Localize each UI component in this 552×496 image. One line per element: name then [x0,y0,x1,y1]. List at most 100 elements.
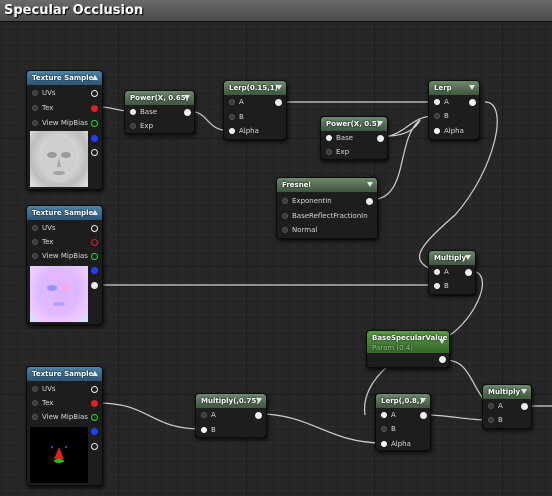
b-pin[interactable] [381,426,387,432]
b-output-pin[interactable] [91,428,98,435]
mipbias-pin[interactable] [32,414,38,420]
rgb-output-pin[interactable] [91,386,98,393]
wire-multiply2-lerp3[interactable] [259,413,383,444]
a-pin[interactable] [488,403,494,409]
texture-sample-header[interactable]: Texture Sample [27,71,102,85]
wire-lerp3-multiply3[interactable] [424,414,489,421]
texture-sample-node-3[interactable]: Texture Sample UVs Tex View MipBias [26,366,103,486]
alpha-pin[interactable] [434,128,440,134]
a-pin[interactable] [381,412,387,418]
power-node-2[interactable]: Power(X, 0.5) Base Exp [320,116,388,160]
rgb-output-pin[interactable] [91,225,98,232]
fresnel-node[interactable]: Fresnel ExponentIn BaseReflectFractionIn… [276,177,378,239]
base-pin[interactable] [130,109,136,115]
fresnel-header[interactable]: Fresnel [277,178,377,192]
b-pin[interactable] [434,283,440,289]
exp-pin[interactable] [130,123,136,129]
mipbias-pin[interactable] [32,253,38,259]
collapse-arrow-icon[interactable] [184,95,190,100]
texture-sample-node-1[interactable]: Texture Sample UVs Tex View MipBias [26,70,103,190]
collapse-arrow-icon[interactable] [92,75,98,80]
r-output-pin[interactable] [91,400,98,407]
power-header[interactable]: Power(X, 0.65) [125,91,194,105]
basereflectfraction-pin[interactable] [282,213,288,219]
power-header[interactable]: Power(X, 0.5) [321,117,387,131]
collapse-arrow-icon[interactable] [92,210,98,215]
multiply-node-2[interactable]: Multiply(,0.75) A B [195,393,267,438]
param-header[interactable]: BaseSpecularValue Param (0.4) [367,331,449,353]
multiply-header[interactable]: Multiply [483,385,531,399]
a-pin[interactable] [229,99,235,105]
tex-pin[interactable] [32,105,38,111]
wire-power2-lerp2[interactable] [379,115,435,138]
lerp-header[interactable]: Lerp(0.15,1) [224,81,286,95]
output-pin[interactable] [275,99,282,106]
output-pin[interactable] [439,356,446,363]
b-pin[interactable] [201,427,207,433]
collapse-arrow-icon[interactable] [92,371,98,376]
rgb-output-pin[interactable] [91,90,98,97]
b-output-pin[interactable] [91,267,98,274]
b-output-pin[interactable] [91,135,98,142]
multiply-node-1[interactable]: Multiply A B [428,250,476,295]
b-pin[interactable] [434,113,440,119]
normal-pin[interactable] [282,227,288,233]
output-pin[interactable] [184,109,191,116]
texture-sample-header[interactable]: Texture Sample [27,367,102,381]
a-pin[interactable] [434,269,440,275]
output-pin[interactable] [366,198,373,205]
tex-pin[interactable] [32,239,38,245]
output-pin[interactable] [255,412,262,419]
output-pin[interactable] [420,412,427,419]
wire-tex3-multiply2[interactable] [97,402,202,430]
g-output-pin[interactable] [91,120,98,127]
r-output-pin[interactable] [91,105,98,112]
collapse-arrow-icon[interactable] [276,85,282,90]
lerp-header[interactable]: Lerp(,0.8,) [376,394,430,408]
exponentin-pin[interactable] [282,198,288,204]
output-pin[interactable] [465,269,472,276]
collapse-arrow-icon[interactable] [256,398,262,403]
a-output-pin[interactable] [91,149,98,156]
output-pin[interactable] [469,99,476,106]
r-output-pin[interactable] [91,239,98,246]
multiply-header[interactable]: Multiply(,0.75) [196,394,266,408]
pin-label: Normal [292,226,318,234]
uvs-pin[interactable] [32,386,38,392]
b-pin[interactable] [488,417,494,423]
collapse-arrow-icon[interactable] [367,182,373,187]
output-pin[interactable] [521,403,528,410]
uvs-pin[interactable] [32,225,38,231]
base-pin[interactable] [326,135,332,141]
output-pin[interactable] [377,135,384,142]
multiply-node-3[interactable]: Multiply A B [482,384,532,429]
lerp-node-3[interactable]: Lerp(,0.8,) A B Alpha [375,393,431,451]
collapse-arrow-icon[interactable] [377,121,383,126]
b-pin[interactable] [229,114,235,120]
collapse-arrow-icon[interactable] [521,389,527,394]
collapse-arrow-icon[interactable] [439,339,445,344]
power-node-1[interactable]: Power(X, 0.65) Base Exp [124,90,195,134]
texture-sample-header[interactable]: Texture Sample [27,206,102,220]
multiply-header[interactable]: Multiply [429,251,475,265]
collapse-arrow-icon[interactable] [469,85,475,90]
a-pin[interactable] [434,99,440,105]
a-output-pin[interactable] [91,443,98,450]
lerp-node-1[interactable]: Lerp(0.15,1) A B Alpha [223,80,287,140]
alpha-pin[interactable] [381,441,387,447]
texture-sample-node-2[interactable]: Texture Sample UVs Tex View MipBias [26,205,103,325]
a-output-pin[interactable] [91,282,98,289]
g-output-pin[interactable] [91,253,98,260]
collapse-arrow-icon[interactable] [465,255,471,260]
collapse-arrow-icon[interactable] [420,398,426,403]
tex-pin[interactable] [32,400,38,406]
uvs-pin[interactable] [32,90,38,96]
alpha-pin[interactable] [229,128,235,134]
exp-pin[interactable] [326,149,332,155]
mipbias-pin[interactable] [32,120,38,126]
base-specular-value-param-node[interactable]: BaseSpecularValue Param (0.4) [366,330,450,368]
lerp-node-2[interactable]: Lerp A B Alpha [428,80,480,140]
a-pin[interactable] [201,412,207,418]
lerp-header[interactable]: Lerp [429,81,479,95]
g-output-pin[interactable] [91,414,98,421]
